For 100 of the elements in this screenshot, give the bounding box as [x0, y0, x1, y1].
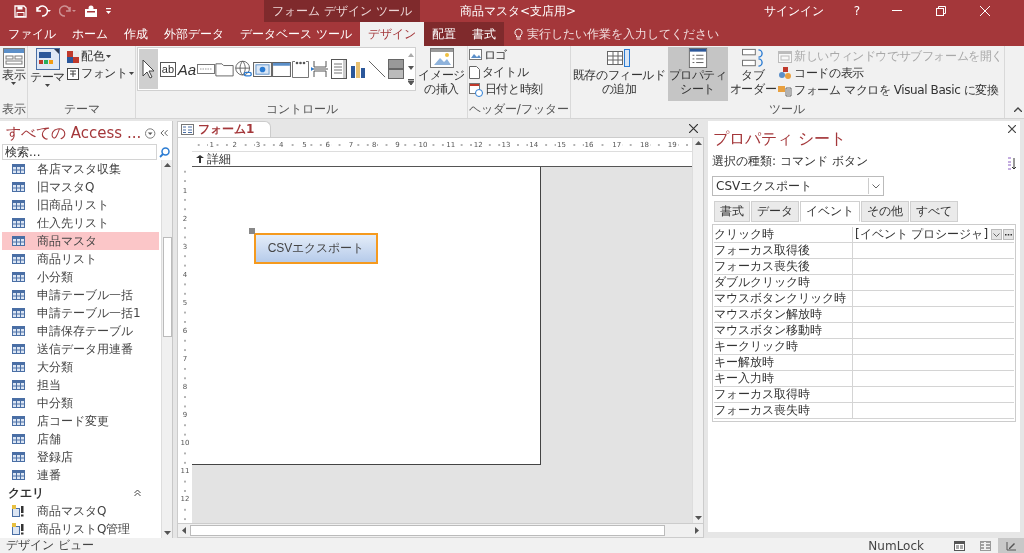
- table-icon: [12, 470, 25, 480]
- save-icon[interactable]: [14, 4, 27, 18]
- scrollbar-thumb[interactable]: [162, 237, 172, 337]
- table-item[interactable]: 担当: [2, 376, 159, 394]
- search-icon[interactable]: [159, 146, 170, 158]
- control-tool[interactable]: ab: [158, 49, 178, 89]
- header-footer-button[interactable]: 日付と時刻: [468, 81, 543, 98]
- table-item[interactable]: 旧商品リスト: [2, 196, 159, 214]
- property-tab[interactable]: すべて: [910, 201, 958, 222]
- collapse-pane-icon[interactable]: [159, 129, 168, 137]
- command-button[interactable]: CSVエクスポート: [254, 233, 378, 264]
- property-tab[interactable]: 書式: [714, 201, 750, 222]
- table-item[interactable]: 申請テーブル一括: [2, 286, 159, 304]
- table-item[interactable]: 中分類: [2, 394, 159, 412]
- ribbon-tab[interactable]: 作成: [116, 22, 156, 46]
- colors-button[interactable]: 配色: [67, 48, 135, 65]
- tool-command[interactable]: コードの表示: [778, 65, 1003, 82]
- view-switch[interactable]: [998, 538, 1024, 553]
- control-tool[interactable]: [139, 49, 159, 89]
- scrollbar[interactable]: [177, 524, 704, 538]
- query-item[interactable]: 商品リストQ管理: [2, 520, 159, 538]
- tell-me-field[interactable]: 実行したい作業を入力してください: [526, 25, 739, 43]
- table-item[interactable]: 各店マスタ収集: [2, 160, 159, 178]
- ribbon-tab[interactable]: ホーム: [64, 22, 116, 46]
- tool-command[interactable]: フォーム マクロを Visual Basic に変換: [778, 82, 1003, 99]
- table-item[interactable]: 大分類: [2, 358, 159, 376]
- property-tab[interactable]: イベント: [800, 201, 860, 222]
- collapse-ribbon-icon[interactable]: [1014, 107, 1022, 112]
- search-field[interactable]: 検索...: [2, 144, 157, 160]
- page-break-icon: [310, 60, 329, 78]
- scroll-right-icon[interactable]: [695, 527, 699, 534]
- sign-in-link[interactable]: サインイン: [763, 2, 824, 20]
- document-tab[interactable]: フォーム1: [177, 121, 272, 137]
- table-item[interactable]: 旧マスタQ: [2, 178, 159, 196]
- table-item[interactable]: 商品リスト: [2, 250, 159, 268]
- table-item[interactable]: 申請保存テーブル: [2, 322, 159, 340]
- image-icon: [468, 49, 482, 62]
- ribbon-tab[interactable]: 書式: [463, 22, 504, 46]
- ribbon-tab[interactable]: 配置: [423, 22, 464, 46]
- query-item[interactable]: 商品マスタQ: [2, 502, 159, 520]
- table-item[interactable]: 申請テーブル一括1: [2, 304, 159, 322]
- restore-icon[interactable]: [936, 6, 946, 16]
- table-item[interactable]: 登録店: [2, 448, 159, 466]
- property-tab[interactable]: その他: [861, 201, 909, 222]
- group-header[interactable]: クエリ: [8, 484, 44, 502]
- group-label: 表示: [1, 102, 27, 118]
- move-handle[interactable]: [249, 228, 255, 234]
- ribbon-tab[interactable]: 外部データ: [156, 22, 232, 46]
- table-icon: [12, 308, 25, 318]
- property-name: ダブルクリック時: [714, 275, 853, 290]
- scroll-left-icon[interactable]: [182, 527, 186, 534]
- table-item[interactable]: 仕入先リスト: [2, 214, 159, 232]
- option-group-icon: [292, 60, 310, 78]
- tool-button[interactable]: タブ オーダー: [728, 47, 778, 101]
- sort-icon[interactable]: [1006, 157, 1016, 170]
- theme-button[interactable]: テーマ: [29, 47, 66, 101]
- property-tab[interactable]: データ: [751, 201, 799, 222]
- selection-type-text: 選択の種類: コマンド ボタン: [712, 153, 868, 170]
- table-item[interactable]: 送信データ用連番: [2, 340, 159, 358]
- property-value[interactable]: [イベント プロシージャ]: [853, 227, 1014, 242]
- scrollbar[interactable]: [692, 138, 703, 523]
- close-icon[interactable]: [1008, 125, 1016, 133]
- scrollbar[interactable]: [161, 160, 172, 538]
- scrollbar-thumb[interactable]: [190, 525, 665, 536]
- table-item[interactable]: 店舗: [2, 430, 159, 448]
- minimize-icon[interactable]: [892, 10, 902, 12]
- form-icon: [181, 124, 194, 135]
- undo-icon[interactable]: [34, 5, 52, 17]
- ribbon-tab[interactable]: ファイル: [0, 22, 64, 46]
- tool-button[interactable]: 既存のフィールド の追加: [571, 47, 667, 101]
- insert-image-button[interactable]: イメージ の挿入: [417, 47, 466, 101]
- close-icon[interactable]: [689, 124, 698, 133]
- table-item[interactable]: 商品マスタ: [2, 232, 159, 250]
- navigation-pane-title[interactable]: すべての Access ...: [6, 123, 142, 143]
- scroll-down-icon[interactable]: [407, 66, 414, 70]
- header-footer-button[interactable]: タイトル: [468, 64, 529, 81]
- ribbon-tab[interactable]: デザイン: [359, 22, 424, 46]
- scroll-down-icon[interactable]: [694, 516, 702, 520]
- dropdown-icon[interactable]: [145, 127, 156, 139]
- chevron-down-icon[interactable]: [993, 232, 1000, 237]
- table-item[interactable]: 連番: [2, 466, 159, 484]
- table-icon: [12, 236, 25, 246]
- object-selector[interactable]: CSVエクスポート: [712, 176, 884, 196]
- more-icon[interactable]: [1005, 233, 1012, 236]
- form-view-icon[interactable]: [84, 4, 98, 18]
- ribbon-tab[interactable]: データベース ツール: [232, 22, 360, 46]
- table-item[interactable]: 小分類: [2, 268, 159, 286]
- scroll-up-icon[interactable]: [163, 163, 171, 167]
- fonts-button[interactable]: フォント: [67, 65, 135, 82]
- collapse-icon[interactable]: [134, 489, 141, 497]
- view-button[interactable]: 表示: [1, 47, 27, 101]
- header-footer-button[interactable]: ロゴ: [468, 47, 508, 64]
- scroll-down-icon[interactable]: [163, 531, 171, 535]
- scroll-up-icon[interactable]: [694, 141, 702, 145]
- help-button[interactable]: ?: [853, 4, 860, 18]
- table-item[interactable]: 店コード変更: [2, 412, 159, 430]
- customize-icon[interactable]: [105, 7, 112, 15]
- tool-button[interactable]: プロパティ シート: [667, 47, 728, 101]
- expand-gallery-icon[interactable]: [407, 79, 414, 86]
- control-tool[interactable]: Aa: [177, 49, 197, 89]
